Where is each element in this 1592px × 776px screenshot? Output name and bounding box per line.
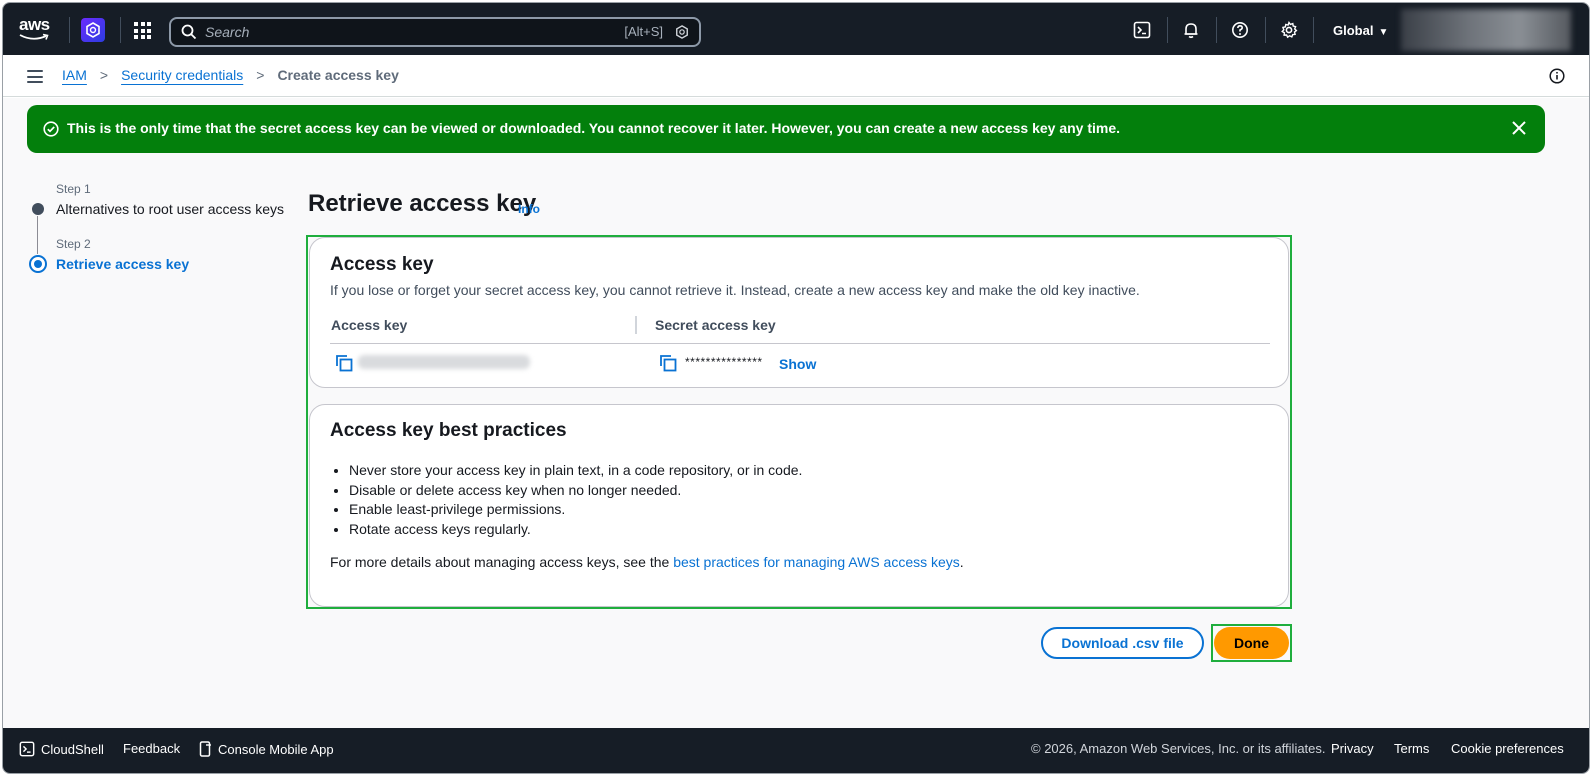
nav-divider [69,17,70,43]
search-shortcut: [Alt+S] [624,24,663,39]
step-2-label: Step 2 [56,237,91,251]
breadcrumb: IAM > Security credentials > Create acce… [62,67,399,83]
nav-divider [1167,17,1168,43]
region-label: Global [1333,23,1374,38]
access-key-card: Access key If you lose or forget your se… [309,237,1289,388]
aws-logo-text: aws [19,15,50,34]
info-link[interactable]: Info [518,202,540,216]
check-circle-icon [43,121,59,137]
flash-message: This is the only time that the secret ac… [67,120,1121,136]
list-item: Disable or delete access key when no lon… [349,481,802,501]
nav-divider [1216,17,1217,43]
hamburger-menu-icon[interactable] [27,70,43,83]
breadcrumb-current: Create access key [277,67,399,83]
column-header-access-key: Access key [331,317,408,333]
breadcrumb-iam[interactable]: IAM [62,67,87,83]
footer-privacy[interactable]: Privacy [1331,741,1374,756]
gear-icon[interactable] [1278,19,1300,41]
table-divider [330,343,1270,344]
list-item: Rotate access keys regularly. [349,520,802,540]
region-selector[interactable]: Global ▼ [1333,23,1388,38]
access-key-description: If you lose or forget your secret access… [330,282,1140,298]
bell-icon[interactable] [1180,19,1202,41]
footer-feedback[interactable]: Feedback [123,741,180,756]
best-practices-link[interactable]: best practices for managing AWS access k… [673,554,960,570]
top-navigation: aws [Alt+S] [3,3,1589,55]
step-connector [37,216,38,254]
best-practices-list: Never store your access key in plain tex… [349,461,802,539]
list-item: Enable least-privilege permissions. [349,500,802,520]
nav-divider [120,17,121,43]
aws-smile-icon [19,33,49,40]
browser-frame: aws [Alt+S] [2,2,1590,774]
services-grid-icon[interactable] [134,22,151,39]
footer-terms[interactable]: Terms [1394,741,1429,756]
breadcrumb-security-credentials[interactable]: Security credentials [121,67,243,83]
step-1-indicator [32,203,44,215]
chevron-right-icon: > [256,67,265,83]
column-divider [635,316,637,334]
copy-access-key-icon[interactable] [335,354,353,372]
search-input[interactable] [205,22,605,42]
done-button[interactable]: Done [1214,627,1289,659]
footer-mobile-app-label: Console Mobile App [218,741,334,757]
aws-logo[interactable]: aws [19,16,53,42]
amazon-q-icon [676,25,688,39]
copy-secret-key-icon[interactable] [659,354,677,372]
best-practices-card: Access key best practices Never store yo… [309,404,1289,607]
service-favorite-icon[interactable] [81,18,105,42]
main-content: This is the only time that the secret ac… [3,98,1589,728]
more-prefix: For more details about managing access k… [330,554,674,570]
caret-down-icon: ▼ [1378,27,1389,38]
info-circle-icon[interactable] [1549,68,1565,84]
success-flash-banner: This is the only time that the secret ac… [27,105,1545,153]
chevron-right-icon: > [99,67,109,83]
page-title: Retrieve access key [308,190,537,217]
account-menu[interactable] [1401,9,1571,51]
cloudshell-icon[interactable] [1131,19,1153,41]
access-key-value [358,355,530,369]
download-csv-button[interactable]: Download .csv file [1041,627,1204,659]
footer-mobile-app[interactable]: Console Mobile App [199,741,334,757]
best-practices-title: Access key best practices [330,420,567,441]
list-item: Never store your access key in plain tex… [349,461,802,481]
cloudshell-icon [19,741,35,757]
column-header-secret-key: Secret access key [655,317,776,333]
footer-cloudshell[interactable]: CloudShell [19,741,104,757]
footer: CloudShell Feedback Console Mobile App ©… [3,728,1589,773]
step-1-label: Step 1 [56,182,91,196]
footer-cloudshell-label: CloudShell [41,741,104,757]
best-practices-more: For more details about managing access k… [330,554,964,570]
mobile-app-icon [199,741,211,757]
search-box[interactable]: [Alt+S] [169,17,701,47]
more-suffix: . [959,554,964,570]
close-icon[interactable] [1511,120,1527,136]
help-icon[interactable] [1229,19,1251,41]
step-2-title: Retrieve access key [56,256,190,272]
show-secret-link[interactable]: Show [779,356,816,372]
step-1-title[interactable]: Alternatives to root user access keys [56,201,284,217]
access-key-card-title: Access key [330,254,434,275]
step-2-indicator [29,255,47,273]
secret-key-masked: *************** [685,355,763,369]
nav-divider [1313,17,1314,43]
nav-divider [1265,17,1266,43]
footer-copyright: © 2026, Amazon Web Services, Inc. or its… [1031,741,1326,756]
search-icon [181,24,197,40]
breadcrumb-bar: IAM > Security credentials > Create acce… [3,55,1589,97]
footer-cookie-preferences[interactable]: Cookie preferences [1451,741,1564,756]
